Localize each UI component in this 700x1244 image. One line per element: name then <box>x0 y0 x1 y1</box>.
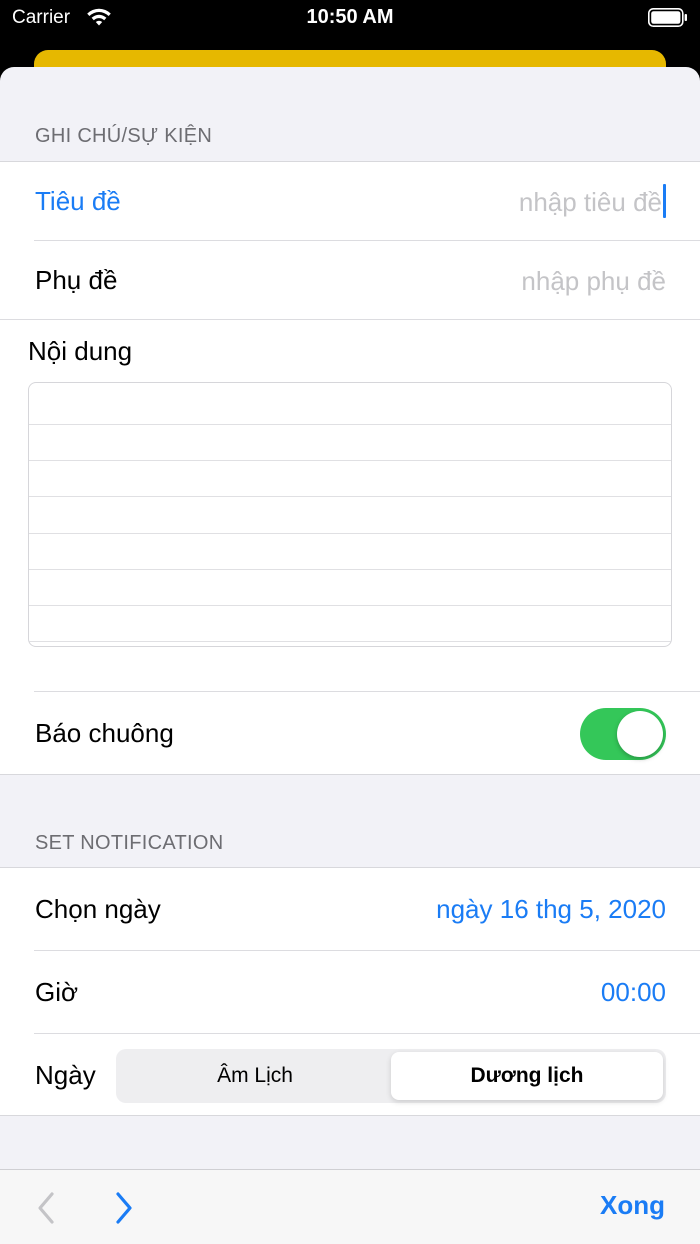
calendar-type-row: Ngày Âm Lịch Dương lịch <box>0 1034 700 1117</box>
content-label: Nội dung <box>28 336 133 366</box>
notes-ruled-line <box>29 605 671 606</box>
note-section-group: Tiêu đề nhập tiêu đề Phụ đề nhập phụ đề … <box>0 161 700 775</box>
title-input[interactable]: nhập tiêu đề <box>519 187 662 218</box>
note-section-header: GHI CHÚ/SỰ KIỆN <box>35 125 213 147</box>
keyboard-toolbar: Xong <box>0 1169 700 1244</box>
divider <box>0 319 700 320</box>
chevron-right-icon[interactable] <box>106 1188 142 1228</box>
segment-lunar[interactable]: Âm Lịch <box>119 1052 391 1100</box>
chevron-left-icon[interactable] <box>28 1188 64 1228</box>
segment-solar[interactable]: Dương lịch <box>391 1052 663 1100</box>
status-bar: Carrier 10:50 AM <box>0 0 700 36</box>
done-button[interactable]: Xong <box>600 1190 665 1221</box>
title-label: Tiêu đề <box>35 186 121 216</box>
alarm-toggle[interactable] <box>580 708 666 760</box>
subtitle-row[interactable]: Phụ đề nhập phụ đề <box>0 241 700 319</box>
calendar-type-segmented-control: Âm Lịch Dương lịch <box>116 1049 666 1103</box>
alarm-label: Báo chuông <box>35 718 174 748</box>
content-textarea[interactable] <box>28 382 672 647</box>
subtitle-label: Phụ đề <box>35 265 118 295</box>
text-cursor <box>663 184 666 218</box>
subtitle-input[interactable]: nhập phụ đề <box>521 266 666 297</box>
notification-section-group: Chọn ngày ngày 16 thg 5, 2020 Giờ 00:00 … <box>0 867 700 1116</box>
notes-ruled-line <box>29 533 671 534</box>
notes-ruled-line <box>29 496 671 497</box>
date-label: Chọn ngày <box>35 894 161 924</box>
notification-section-header: SET NOTIFICATION <box>35 832 224 854</box>
note-form-sheet: GHI CHÚ/SỰ KIỆN Tiêu đề nhập tiêu đề Phụ… <box>0 67 700 1244</box>
notes-ruled-line <box>29 569 671 570</box>
time-row[interactable]: Giờ 00:00 <box>0 951 700 1033</box>
battery-icon <box>648 8 687 27</box>
calendar-type-label: Ngày <box>35 1060 96 1090</box>
toggle-knob <box>617 711 663 757</box>
notes-ruled-line <box>29 424 671 425</box>
clock-time: 10:50 AM <box>306 6 394 28</box>
date-picker-value[interactable]: ngày 16 thg 5, 2020 <box>436 894 666 925</box>
notes-ruled-line <box>29 641 671 642</box>
date-row[interactable]: Chọn ngày ngày 16 thg 5, 2020 <box>0 868 700 950</box>
title-row[interactable]: Tiêu đề nhập tiêu đề <box>0 162 700 240</box>
notes-ruled-line <box>29 460 671 461</box>
time-picker-value[interactable]: 00:00 <box>601 977 666 1008</box>
alarm-row: Báo chuông <box>0 692 700 776</box>
time-label: Giờ <box>35 977 79 1007</box>
